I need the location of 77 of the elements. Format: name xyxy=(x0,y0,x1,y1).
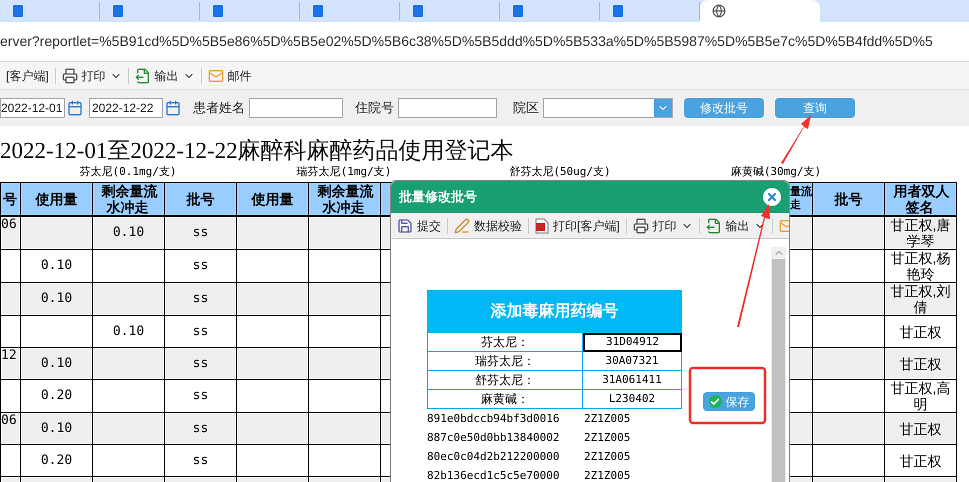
document-icon xyxy=(312,4,324,18)
toolbar-button[interactable]: 打印 xyxy=(82,66,106,84)
drug-label: 麻黄碱(30mg/支) xyxy=(730,164,822,180)
field-label: 麻黄碱： xyxy=(427,390,583,409)
select-field[interactable] xyxy=(543,98,673,118)
column-header: 剩余量流水冲走 xyxy=(92,182,164,216)
date-field[interactable]: 2022-12-22 xyxy=(89,98,163,118)
toolbar-button[interactable]: 输出 xyxy=(154,66,179,84)
report-title: 2022-12-01至2022-12-22麻醉科麻醉药品使用登记本 xyxy=(0,139,514,162)
column-header: 使用量 xyxy=(236,182,308,216)
table-cell: 06 xyxy=(0,216,20,250)
column-header: 批号 xyxy=(812,182,884,216)
save-icon xyxy=(397,218,413,234)
toolbar-button[interactable]: 邮件 xyxy=(228,66,252,84)
toolbar-button[interactable]: 提交 xyxy=(417,216,441,234)
field-label: 患者姓名 xyxy=(193,99,245,118)
browser-tab[interactable] xyxy=(700,0,820,22)
pencil-icon xyxy=(454,218,470,234)
input-field[interactable] xyxy=(398,98,497,118)
table-cell xyxy=(0,282,20,316)
toolbar-button[interactable]: 打印[客户端] xyxy=(553,216,620,234)
url-text[interactable]: erver?reportlet=%5B91cd%5D%5B5e86%5D%5B5e02%5D%5B6c38%5D%5B5ddd%5D%5B533a%5D%5B5987%5D%5B5e7c%5D%5B4fdd%5D%5 xyxy=(0,31,933,52)
calendar-icon[interactable] xyxy=(165,100,181,116)
toolbar-button[interactable]: [客户端] xyxy=(6,66,49,84)
printer-icon xyxy=(62,68,78,84)
close-icon xyxy=(766,191,778,203)
table-cell xyxy=(0,380,20,412)
batch-number: 2Z1Z005 xyxy=(584,449,630,466)
export-icon xyxy=(134,68,151,84)
field-label: 舒芬太尼： xyxy=(427,371,583,390)
globe-icon xyxy=(712,4,726,18)
input-field[interactable] xyxy=(249,98,343,118)
column-header: 用者双人签名 xyxy=(884,182,956,216)
drug-label: 芬太尼(0.1mg/支) xyxy=(80,164,176,180)
envelope-icon xyxy=(208,68,224,84)
batch-number: 2Z1Z005 xyxy=(584,468,630,482)
document-icon xyxy=(512,4,524,18)
toolbar-button[interactable]: 输出 xyxy=(726,216,750,234)
dialog-title: 批量修改批号 xyxy=(399,188,477,206)
toolbar-button[interactable]: 打印 xyxy=(652,216,677,234)
close-button[interactable] xyxy=(763,188,781,206)
drug-label: 瑞芬太尼(1mg/支) xyxy=(296,164,392,180)
record-id: 82b136ecd1c5c5e70000 xyxy=(427,468,560,482)
document-icon xyxy=(535,218,549,234)
batch-number: 2Z1Z005 xyxy=(584,430,630,446)
annotation-arrow xyxy=(781,115,811,164)
document-icon xyxy=(112,4,124,18)
check-icon xyxy=(708,395,722,408)
column-header: 批号 xyxy=(164,182,236,216)
column-header: 使用量 xyxy=(20,182,92,216)
date-field[interactable]: 2022-12-01 xyxy=(0,98,65,118)
record-id: 891e0bdccb94bf3d0016 xyxy=(427,411,560,428)
calendar-icon[interactable] xyxy=(67,100,83,116)
input-field[interactable]: 31D04912 xyxy=(583,333,682,352)
table-cell xyxy=(0,250,20,282)
record-id: 887c0e50d0bb13840002 xyxy=(427,430,560,446)
drug-label: 舒芬太尼(50ug/支) xyxy=(509,164,611,180)
document-icon xyxy=(412,4,424,18)
batch-number: 2Z1Z005 xyxy=(584,411,630,428)
input-field[interactable]: 30A07321 xyxy=(583,352,682,371)
field-label: 芬太尼： xyxy=(427,333,583,352)
document-icon xyxy=(12,4,24,18)
document-icon xyxy=(212,4,224,18)
scrollbar[interactable] xyxy=(771,247,786,482)
column-header: 号 xyxy=(0,182,20,216)
input-field[interactable]: L230402 xyxy=(583,390,682,409)
toolbar-button[interactable]: 数据校验 xyxy=(474,216,522,234)
export-icon xyxy=(706,218,722,234)
record-id: 80ec0c04d2b212200000 xyxy=(427,449,560,466)
printer-icon xyxy=(632,218,649,234)
input-field[interactable]: 31A061411 xyxy=(583,371,682,390)
column-header: 剩余量流水冲走 xyxy=(308,182,380,216)
field-label: 瑞芬太尼： xyxy=(427,352,583,371)
document-icon xyxy=(612,4,624,18)
field-label: 住院号 xyxy=(355,99,394,118)
field-label: 院区 xyxy=(513,99,539,118)
form-heading: 添加毒麻用药编号 xyxy=(427,290,682,333)
